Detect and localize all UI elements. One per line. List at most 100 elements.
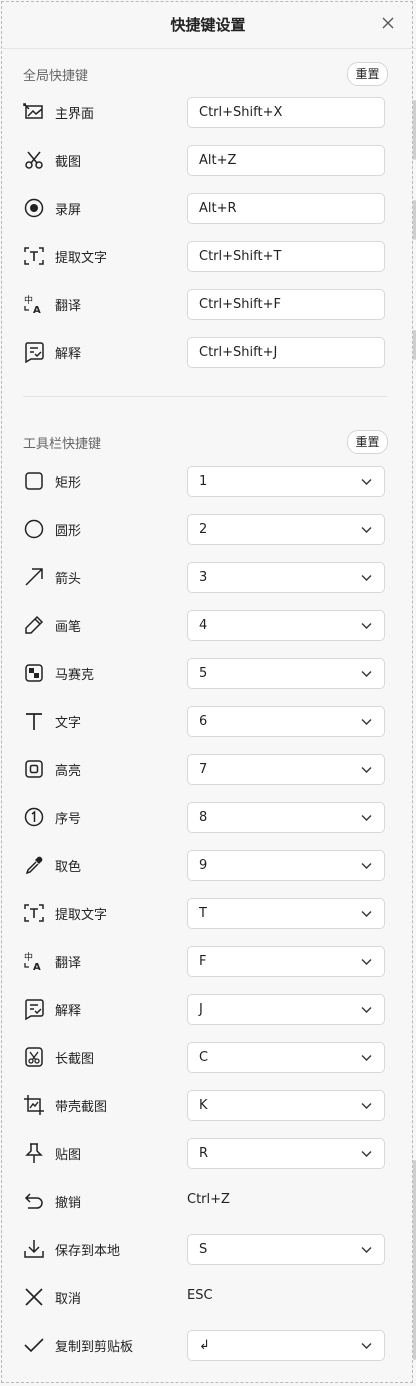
svg-text:中: 中 — [24, 294, 33, 306]
toolbar-row-save: 保存到本地 S — [0, 1226, 416, 1274]
row-label: 带壳截图 — [55, 1100, 108, 1115]
shortcut-value: ESC — [187, 1288, 213, 1303]
shortcut-select[interactable]: ↲ — [187, 1330, 385, 1361]
toolbar-row-long-screenshot: 长截图 C — [0, 1034, 416, 1082]
row-label: 主界面 — [55, 107, 95, 122]
toolbar-row-number: 序号 8 — [0, 794, 416, 842]
toolbar-row-translate: 中 A 翻译 F — [0, 938, 416, 986]
row-label: 复制到剪贴板 — [55, 1340, 134, 1355]
shortcut-select[interactable]: 5 — [187, 658, 385, 689]
chevron-down-icon — [361, 479, 372, 485]
explain-icon — [25, 342, 44, 363]
chevron-down-icon — [361, 623, 372, 629]
toolbar-row-highlight: 高亮 7 — [0, 746, 416, 794]
row-label: 高亮 — [55, 764, 82, 779]
toolbar-row-rectangle: 矩形 1 — [0, 458, 416, 506]
shortcut-input[interactable]: Ctrl+Shift+T — [187, 241, 385, 272]
chevron-down-icon — [361, 1247, 372, 1253]
toolbar-row-mosaic: 马赛克 5 — [0, 650, 416, 698]
text-icon — [26, 713, 42, 730]
row-label: 截图 — [55, 155, 82, 170]
shortcut-select[interactable]: 7 — [187, 754, 385, 785]
shortcut-select[interactable]: T — [187, 898, 385, 929]
undo-icon — [24, 1193, 43, 1209]
row-label: 提取文字 — [55, 251, 108, 266]
text-extract-icon — [24, 904, 44, 922]
cancel-icon — [25, 1288, 43, 1306]
global-row-record: 录屏 Alt+R — [0, 185, 416, 233]
toolbar-row-frame-screenshot: 带壳截图 K — [0, 1082, 416, 1130]
row-label: 提取文字 — [55, 908, 108, 923]
shortcut-select[interactable]: F — [187, 946, 385, 977]
shortcut-select[interactable]: C — [187, 1042, 385, 1073]
mosaic-icon — [25, 664, 43, 682]
toolbar-reset-button[interactable]: 重置 — [347, 430, 388, 454]
pin-icon — [25, 1143, 43, 1163]
global-row-screenshot: 截图 Alt+Z — [0, 137, 416, 185]
chevron-down-icon — [361, 1007, 372, 1013]
shortcut-input[interactable]: Alt+R — [187, 193, 385, 224]
row-label: 贴图 — [55, 1148, 82, 1163]
global-reset-button[interactable]: 重置 — [347, 62, 388, 86]
shortcut-select[interactable]: 1 — [187, 466, 385, 497]
chevron-down-icon — [361, 863, 372, 869]
chevron-down-icon — [361, 1103, 372, 1109]
chevron-down-icon — [361, 1151, 372, 1157]
shortcut-select[interactable]: S — [187, 1234, 385, 1265]
shortcut-select[interactable]: 9 — [187, 850, 385, 881]
row-label: 圆形 — [55, 524, 82, 539]
global-row-explain: 解释 Ctrl+Shift+J — [0, 329, 416, 377]
rectangle-icon — [25, 472, 43, 490]
shortcut-select[interactable]: 4 — [187, 610, 385, 641]
toolbar-row-pen: 画笔 4 — [0, 602, 416, 650]
toolbar-row-explain: 解释 J — [0, 986, 416, 1034]
toolbar-row-pin: 贴图 R — [0, 1130, 416, 1178]
explain-icon — [25, 999, 44, 1020]
chevron-down-icon — [361, 767, 372, 773]
dialog-header: 快捷键设置 — [0, 0, 416, 49]
dialog-title: 快捷键设置 — [170, 16, 246, 34]
svg-text:A: A — [33, 962, 41, 972]
row-label: 矩形 — [55, 476, 82, 491]
shortcut-input[interactable]: Alt+Z — [187, 145, 385, 176]
row-label: 箭头 — [55, 572, 82, 587]
pen-icon — [25, 615, 44, 634]
translate-icon: 中 A — [24, 294, 41, 315]
shortcut-input[interactable]: Ctrl+Shift+F — [187, 289, 385, 320]
toolbar-section-title: 工具栏快捷键 — [23, 437, 102, 452]
chevron-down-icon — [361, 911, 372, 917]
toolbar-row-circle: 圆形 2 — [0, 506, 416, 554]
shortcut-input[interactable]: Ctrl+Shift+J — [187, 337, 385, 368]
row-label: 取消 — [55, 1292, 82, 1307]
row-label: 画笔 — [55, 620, 82, 635]
check-icon — [24, 1338, 44, 1353]
row-label: 取色 — [55, 860, 82, 875]
row-label: 文字 — [55, 716, 82, 731]
chevron-down-icon — [361, 719, 372, 725]
chevron-down-icon — [361, 1343, 372, 1349]
toolbar-row-color-picker: 取色 9 — [0, 842, 416, 890]
color-picker-icon — [25, 856, 43, 875]
global-section-title: 全局快捷键 — [23, 69, 89, 84]
download-icon — [24, 1240, 44, 1258]
shortcut-select[interactable]: 6 — [187, 706, 385, 737]
shortcut-select[interactable]: J — [187, 994, 385, 1025]
translate-icon: 中 A — [24, 951, 41, 972]
shortcut-input[interactable]: Ctrl+Shift+X — [187, 97, 385, 128]
toolbar-row-text: 文字 6 — [0, 698, 416, 746]
shortcut-select[interactable]: 2 — [187, 514, 385, 545]
shortcut-select[interactable]: R — [187, 1138, 385, 1169]
record-icon — [24, 198, 44, 218]
scissors-icon — [25, 151, 43, 169]
frame-screenshot-icon — [24, 1095, 44, 1115]
long-screenshot-icon — [25, 1047, 43, 1067]
shortcut-select[interactable]: 8 — [187, 802, 385, 833]
close-icon[interactable] — [380, 15, 396, 31]
row-label: 翻译 — [55, 956, 82, 971]
shortcut-value: Ctrl+Z — [187, 1192, 230, 1207]
shortcut-select[interactable]: 3 — [187, 562, 385, 593]
global-row-main: 主界面 Ctrl+Shift+X — [0, 89, 416, 137]
toolbar-row-undo: 撤销 Ctrl+Z — [0, 1178, 416, 1226]
chevron-down-icon — [361, 527, 372, 533]
shortcut-select[interactable]: K — [187, 1090, 385, 1121]
